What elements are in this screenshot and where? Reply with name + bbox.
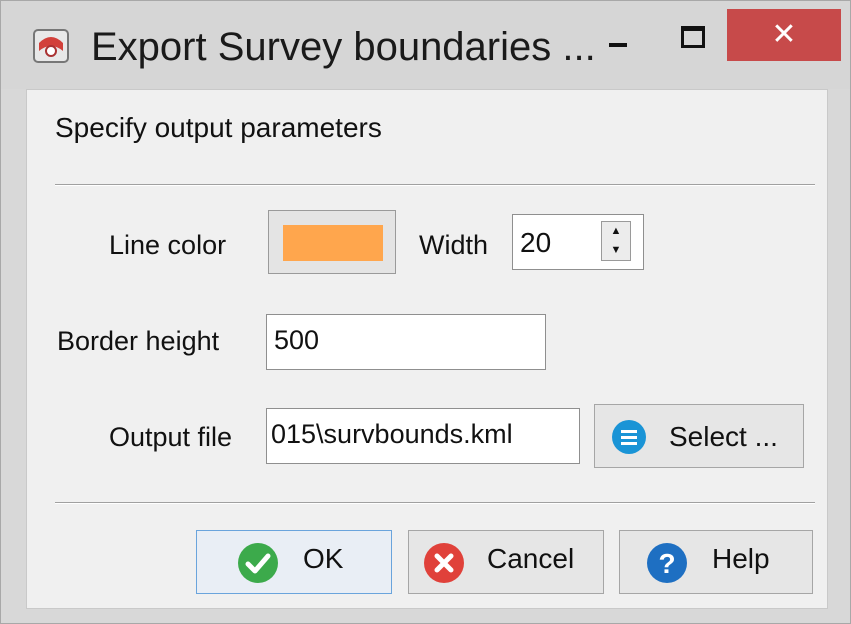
ok-button-label: OK	[303, 543, 344, 574]
maximize-icon	[681, 26, 705, 48]
dialog-heading: Specify output parameters	[55, 112, 382, 143]
maximize-button[interactable]	[661, 9, 721, 61]
spinner-down-icon[interactable]: ▼	[602, 241, 630, 260]
width-spinner[interactable]: 20 ▲ ▼	[512, 214, 644, 270]
line-color-button[interactable]	[268, 210, 396, 274]
select-file-button[interactable]: Select ...	[594, 404, 804, 468]
width-label: Width	[419, 230, 489, 260]
list-icon	[611, 419, 647, 455]
survey-app-icon	[33, 29, 69, 63]
output-file-label: Output file	[109, 422, 233, 452]
top-divider	[55, 184, 815, 186]
svg-text:?: ?	[658, 548, 675, 579]
line-color-swatch	[283, 225, 383, 261]
select-button-label: Select ...	[669, 421, 778, 452]
dialog-content: Specify output parameters Line color Wid…	[26, 89, 828, 609]
border-height-input[interactable]: 500	[266, 314, 546, 370]
output-file-input[interactable]: 015\survbounds.kml	[266, 408, 580, 464]
minimize-button[interactable]	[589, 9, 649, 61]
border-height-label: Border height	[57, 326, 220, 356]
bottom-divider	[55, 502, 815, 504]
minimize-icon	[609, 43, 627, 47]
title-bar[interactable]: Export Survey boundaries ... ✕	[1, 1, 850, 89]
ok-button[interactable]: OK	[196, 530, 392, 594]
cancel-button[interactable]: Cancel	[408, 530, 604, 594]
export-dialog-window: Export Survey boundaries ... ✕ Specify o…	[0, 0, 851, 624]
help-button[interactable]: ? Help	[619, 530, 813, 594]
check-icon	[237, 542, 279, 584]
window-title: Export Survey boundaries ...	[91, 25, 596, 69]
line-color-label: Line color	[109, 230, 227, 260]
help-button-label: Help	[712, 543, 770, 574]
cancel-button-label: Cancel	[487, 543, 575, 574]
width-value[interactable]: 20	[520, 227, 551, 259]
spinner-arrows: ▲ ▼	[601, 221, 631, 261]
spinner-up-icon[interactable]: ▲	[602, 222, 630, 241]
help-question-icon: ?	[646, 542, 688, 584]
close-button[interactable]: ✕	[727, 9, 841, 61]
cancel-x-icon	[423, 542, 465, 584]
close-icon: ✕	[771, 18, 797, 51]
